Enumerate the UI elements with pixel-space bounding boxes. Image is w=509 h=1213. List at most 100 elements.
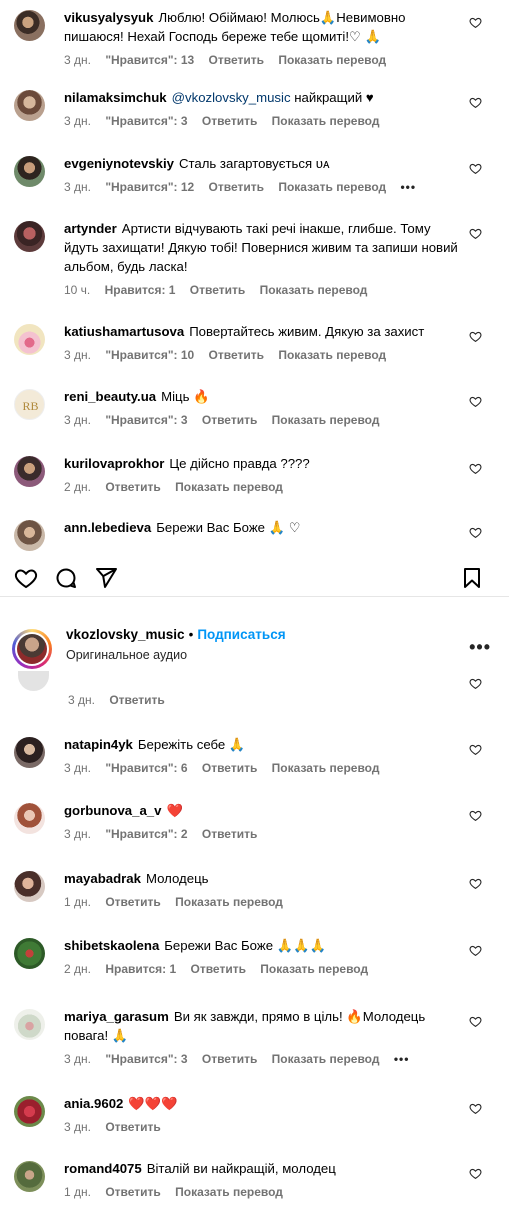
comment-time[interactable]: 3 дн. [64, 413, 91, 427]
comment-mention[interactable]: @vkozlovsky_music [172, 90, 291, 105]
comment-username[interactable]: nilamaksimchuk [64, 90, 167, 105]
story-avatar[interactable] [12, 629, 52, 669]
small-heart-icon[interactable] [469, 462, 482, 475]
comment-likes[interactable]: "Нравится": 3 [105, 114, 187, 128]
avatar[interactable] [14, 221, 45, 252]
avatar[interactable] [14, 803, 45, 834]
comment-likes[interactable]: "Нравится": 10 [105, 348, 194, 362]
comment-username[interactable]: evgeniynotevskiy [64, 156, 174, 171]
comment-username[interactable]: mariya_garasum [64, 1009, 169, 1024]
comment-time[interactable]: 3 дн. [64, 180, 91, 194]
comment-username[interactable]: gorbunova_a_v [64, 803, 161, 818]
avatar[interactable] [14, 938, 45, 969]
comment-username[interactable]: vikusyalysyuk [64, 10, 153, 25]
comment-username[interactable]: ann.lebedieva [64, 520, 151, 535]
avatar[interactable] [14, 10, 45, 41]
small-heart-icon[interactable] [469, 162, 482, 175]
translate-button[interactable]: Показать перевод [175, 480, 283, 494]
translate-button[interactable]: Показать перевод [278, 53, 386, 67]
reply-button[interactable]: Ответить [202, 114, 257, 128]
comment-time[interactable]: 1 дн. [64, 895, 91, 909]
avatar[interactable] [14, 324, 45, 355]
comment-likes[interactable]: Нравится: 1 [105, 962, 176, 976]
comment-likes[interactable]: "Нравится": 12 [105, 180, 194, 194]
avatar[interactable]: RB [14, 389, 45, 420]
more-options-button[interactable]: ••• [394, 1052, 410, 1066]
comment-username[interactable]: ania.9602 [64, 1096, 123, 1111]
comment-time[interactable]: 3 дн. [64, 827, 91, 841]
small-heart-icon[interactable] [469, 877, 482, 890]
reply-button[interactable]: Ответить [105, 895, 160, 909]
reply-button[interactable]: Ответить [190, 283, 245, 297]
follow-button[interactable]: Подписаться [197, 627, 285, 642]
translate-button[interactable]: Показать перевод [272, 413, 380, 427]
comment-username[interactable]: natapin4yk [64, 737, 133, 752]
translate-button[interactable]: Показать перевод [175, 1185, 283, 1199]
comment-time[interactable]: 3 дн. [64, 1052, 91, 1066]
comment-likes[interactable]: Нравится: 1 [105, 283, 176, 297]
comment-time[interactable]: 2 дн. [64, 480, 91, 494]
small-heart-icon[interactable] [469, 809, 482, 822]
translate-button[interactable]: Показать перевод [272, 1052, 380, 1066]
translate-button[interactable]: Показать перевод [260, 283, 368, 297]
reply-button[interactable]: Ответить [109, 693, 164, 707]
translate-button[interactable]: Показать перевод [272, 114, 380, 128]
small-heart-icon[interactable] [469, 743, 482, 756]
more-options-button[interactable]: ••• [400, 180, 416, 194]
reply-button[interactable]: Ответить [202, 761, 257, 775]
small-heart-icon[interactable] [469, 944, 482, 957]
avatar[interactable] [14, 1009, 45, 1040]
reply-button[interactable]: Ответить [202, 827, 257, 841]
reply-button[interactable]: Ответить [191, 962, 246, 976]
comment-username[interactable]: katiushamartusova [64, 324, 184, 339]
comment-likes[interactable]: "Нравится": 3 [105, 1052, 187, 1066]
avatar[interactable] [14, 737, 45, 768]
comment-likes[interactable]: "Нравится": 6 [105, 761, 187, 775]
reply-button[interactable]: Ответить [209, 348, 264, 362]
translate-button[interactable]: Показать перевод [272, 761, 380, 775]
reply-button[interactable]: Ответить [105, 1185, 160, 1199]
small-heart-icon[interactable] [469, 1167, 482, 1180]
reply-button[interactable]: Ответить [202, 413, 257, 427]
comment-username[interactable]: artynder [64, 221, 117, 236]
comment-time[interactable]: 3 дн. [64, 53, 91, 67]
comment-username[interactable]: reni_beauty.ua [64, 389, 156, 404]
small-heart-icon[interactable] [469, 677, 482, 690]
reply-button[interactable]: Ответить [202, 1052, 257, 1066]
reply-button[interactable]: Ответить [209, 180, 264, 194]
comment-time[interactable]: 3 дн. [64, 1120, 91, 1134]
paper-plane-icon[interactable] [94, 566, 118, 590]
comment-username[interactable]: shibetskaolena [64, 938, 159, 953]
small-heart-icon[interactable] [469, 395, 482, 408]
avatar[interactable] [14, 520, 45, 551]
avatar[interactable] [14, 456, 45, 487]
translate-button[interactable]: Показать перевод [278, 348, 386, 362]
small-heart-icon[interactable] [469, 1102, 482, 1115]
comment-time[interactable]: 3 дн. [68, 693, 95, 707]
comment-bubble-icon[interactable] [54, 566, 78, 590]
avatar[interactable] [14, 1096, 45, 1127]
bookmark-icon[interactable] [460, 566, 484, 590]
small-heart-icon[interactable] [469, 330, 482, 343]
reply-button[interactable]: Ответить [105, 480, 160, 494]
avatar[interactable] [14, 871, 45, 902]
post-username[interactable]: vkozlovsky_music [66, 627, 185, 642]
comment-time[interactable]: 3 дн. [64, 761, 91, 775]
small-heart-icon[interactable] [469, 96, 482, 109]
comment-time[interactable]: 2 дн. [64, 962, 91, 976]
reply-button[interactable]: Ответить [105, 1120, 160, 1134]
comment-time[interactable]: 1 дн. [64, 1185, 91, 1199]
translate-button[interactable]: Показать перевод [278, 180, 386, 194]
comment-time[interactable]: 3 дн. [64, 114, 91, 128]
comment-username[interactable]: mayabadrak [64, 871, 141, 886]
comment-time[interactable]: 3 дн. [64, 348, 91, 362]
small-heart-icon[interactable] [469, 1015, 482, 1028]
heart-outline-icon[interactable] [14, 566, 38, 590]
comment-likes[interactable]: "Нравится": 2 [105, 827, 187, 841]
translate-button[interactable]: Показать перевод [175, 895, 283, 909]
more-options-button[interactable]: ••• [469, 637, 491, 658]
avatar[interactable] [14, 90, 45, 121]
small-heart-icon[interactable] [469, 526, 482, 539]
small-heart-icon[interactable] [469, 227, 482, 240]
comment-likes[interactable]: "Нравится": 3 [105, 413, 187, 427]
